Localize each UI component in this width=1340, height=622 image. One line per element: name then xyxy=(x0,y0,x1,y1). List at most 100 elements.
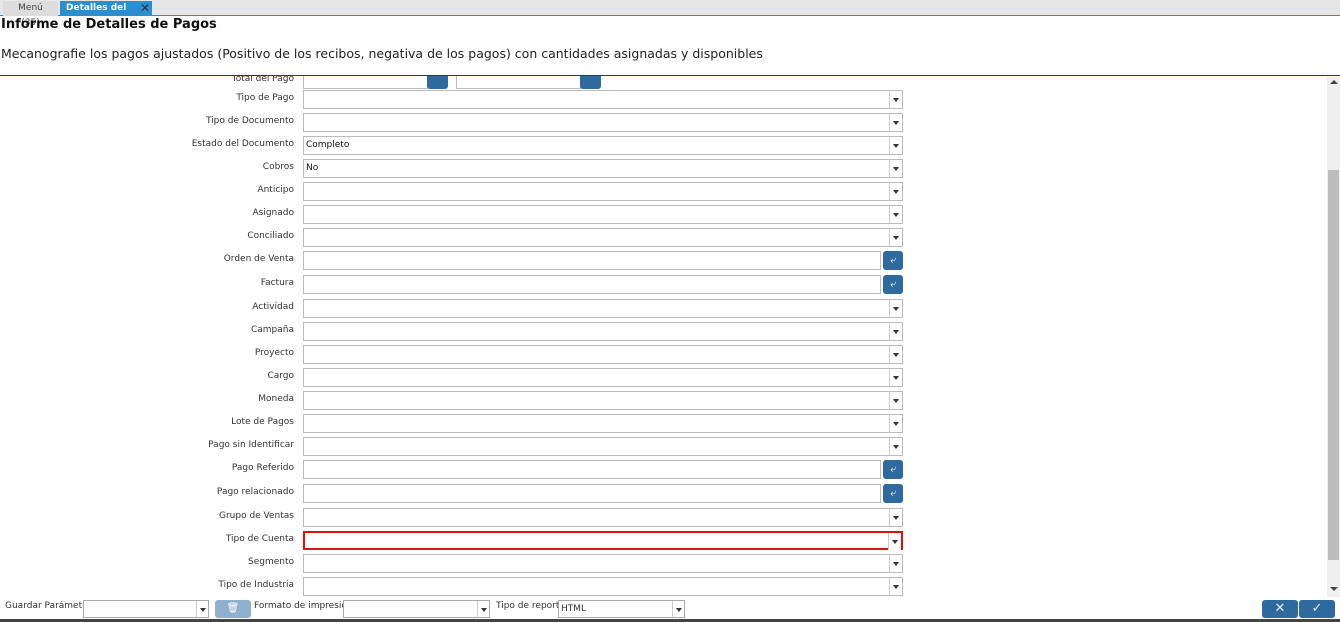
field-row-tipo-de-pago: Tipo de Pago xyxy=(0,90,910,109)
search-icon[interactable]: ⤶ xyxy=(883,484,903,503)
field-label: Lote de Pagos xyxy=(231,417,294,427)
chevron-down-icon[interactable] xyxy=(889,323,902,340)
actividad-select[interactable] xyxy=(303,299,903,318)
pago-sin-identificar-select[interactable] xyxy=(303,437,903,456)
field-row-lote-de-pagos: Lote de Pagos xyxy=(0,414,910,433)
chevron-down-icon[interactable] xyxy=(889,438,902,455)
tipo-de-documento-select[interactable] xyxy=(303,113,903,132)
chevron-down-icon[interactable] xyxy=(889,91,902,108)
chevron-down-icon[interactable] xyxy=(889,206,902,223)
chevron-down-icon[interactable] xyxy=(889,183,902,200)
field-row-proyecto: Proyecto xyxy=(0,345,910,364)
conciliado-select[interactable] xyxy=(303,228,903,247)
cobros-select[interactable]: No xyxy=(303,159,903,178)
field-label: Pago sin Identificar xyxy=(208,440,294,450)
tab-detalles-del-pago[interactable]: Detalles del Pago ✕ xyxy=(60,1,152,28)
pago-relacionado-input[interactable] xyxy=(303,484,881,503)
chevron-down-icon[interactable] xyxy=(888,533,901,550)
tipo-de-pago-select[interactable] xyxy=(303,90,903,109)
tab-bar: Menú (35) Detalles del Pago ✕ xyxy=(0,0,1340,28)
chevron-down-icon[interactable] xyxy=(672,601,684,617)
cargo-select[interactable] xyxy=(303,368,903,387)
chevron-down-icon[interactable] xyxy=(889,578,902,595)
field-label: Anticipo xyxy=(257,185,294,195)
proyecto-select[interactable] xyxy=(303,345,903,364)
chevron-down-icon[interactable] xyxy=(889,509,902,526)
calculator-icon[interactable] xyxy=(580,76,601,89)
scroll-up-icon[interactable] xyxy=(1330,80,1338,84)
trash-icon[interactable]: 🗑 xyxy=(215,600,251,618)
tipo-de-cuenta-select[interactable] xyxy=(303,531,903,550)
orden-de-venta-input[interactable] xyxy=(303,251,881,270)
field-label: Pago Referido xyxy=(231,463,294,473)
chevron-down-icon[interactable] xyxy=(889,369,902,386)
field-row-cobros: Cobros No xyxy=(0,159,910,178)
field-row-pago-sin-identificar: Pago sin Identificar xyxy=(0,437,910,456)
field-row-estado-del-documento: Estado del Documento Completo xyxy=(0,136,910,155)
chevron-down-icon[interactable] xyxy=(889,160,902,177)
select-value: HTML xyxy=(561,604,587,614)
total-to-input[interactable] xyxy=(456,76,581,89)
search-icon[interactable]: ⤶ xyxy=(883,275,903,294)
field-row-factura: Factura ⤶ xyxy=(0,275,910,294)
chevron-down-icon[interactable] xyxy=(889,114,902,131)
field-label: Asignado xyxy=(252,208,295,218)
scroll-down-icon[interactable] xyxy=(1330,587,1338,591)
field-label: Actividad xyxy=(252,302,294,312)
estado-del-documento-select[interactable]: Completo xyxy=(303,136,903,155)
calculator-icon[interactable] xyxy=(427,76,448,89)
field-row-orden-de-venta: Orden de Venta ⤶ xyxy=(0,251,910,270)
field-label: Tipo de Pago xyxy=(236,93,294,103)
field-label: Tipo de Documento xyxy=(205,116,294,126)
field-row-conciliado: Conciliado xyxy=(0,228,910,247)
field-label: Segmento xyxy=(247,557,294,567)
search-icon[interactable]: ⤶ xyxy=(883,251,903,270)
chevron-down-icon[interactable] xyxy=(196,601,208,617)
field-label: Grupo de Ventas xyxy=(218,511,294,521)
total-from-input[interactable] xyxy=(303,76,428,89)
vertical-scrollbar[interactable] xyxy=(1327,77,1340,597)
pago-referido-input[interactable] xyxy=(303,460,881,479)
report-type-select[interactable]: HTML xyxy=(558,600,685,618)
segmento-select[interactable] xyxy=(303,554,903,573)
lote-de-pagos-select[interactable] xyxy=(303,414,903,433)
field-row-campana: Campaña xyxy=(0,322,910,341)
field-row-asignado: Asignado xyxy=(0,205,910,224)
field-label: Cobros xyxy=(262,162,294,172)
close-icon[interactable]: ✕ xyxy=(140,1,150,16)
chevron-down-icon[interactable] xyxy=(889,300,902,317)
ok-button[interactable]: ✓ xyxy=(1299,600,1335,618)
chevron-down-icon[interactable] xyxy=(889,555,902,572)
field-row-grupo-de-ventas: Grupo de Ventas xyxy=(0,508,910,527)
field-label: Conciliado xyxy=(247,231,294,241)
tab-menu[interactable]: Menú (35) xyxy=(3,1,58,28)
select-value: Completo xyxy=(306,140,350,150)
save-param-select[interactable] xyxy=(83,600,209,618)
grupo-de-ventas-select[interactable] xyxy=(303,508,903,527)
moneda-select[interactable] xyxy=(303,391,903,410)
chevron-down-icon[interactable] xyxy=(889,346,902,363)
field-row-cargo: Cargo xyxy=(0,368,910,387)
page-description: Mecanografie los pagos ajustados (Positi… xyxy=(1,46,763,61)
chevron-down-icon[interactable] xyxy=(477,601,489,617)
field-row-moneda: Moneda xyxy=(0,391,910,410)
chevron-down-icon[interactable] xyxy=(889,137,902,154)
save-param-label: Guardar Parámetro xyxy=(5,601,92,611)
chevron-down-icon[interactable] xyxy=(889,229,902,246)
chevron-down-icon[interactable] xyxy=(889,415,902,432)
report-type-label: Tipo de reporte xyxy=(496,601,565,611)
chevron-down-icon[interactable] xyxy=(889,392,902,409)
field-row-segmento: Segmento xyxy=(0,554,910,573)
anticipo-select[interactable] xyxy=(303,182,903,201)
tipo-de-industria-select[interactable] xyxy=(303,577,903,596)
search-icon[interactable]: ⤶ xyxy=(883,460,903,479)
asignado-select[interactable] xyxy=(303,205,903,224)
field-row-anticipo: Anticipo xyxy=(0,182,910,201)
field-row-tipo-de-documento: Tipo de Documento xyxy=(0,113,910,132)
field-row-total-del-pago: Total del Pago xyxy=(0,76,910,90)
factura-input[interactable] xyxy=(303,275,881,294)
print-format-select[interactable] xyxy=(343,600,490,618)
campana-select[interactable] xyxy=(303,322,903,341)
scrollbar-thumb[interactable] xyxy=(1328,170,1339,560)
cancel-button[interactable]: ✕ xyxy=(1262,600,1298,618)
